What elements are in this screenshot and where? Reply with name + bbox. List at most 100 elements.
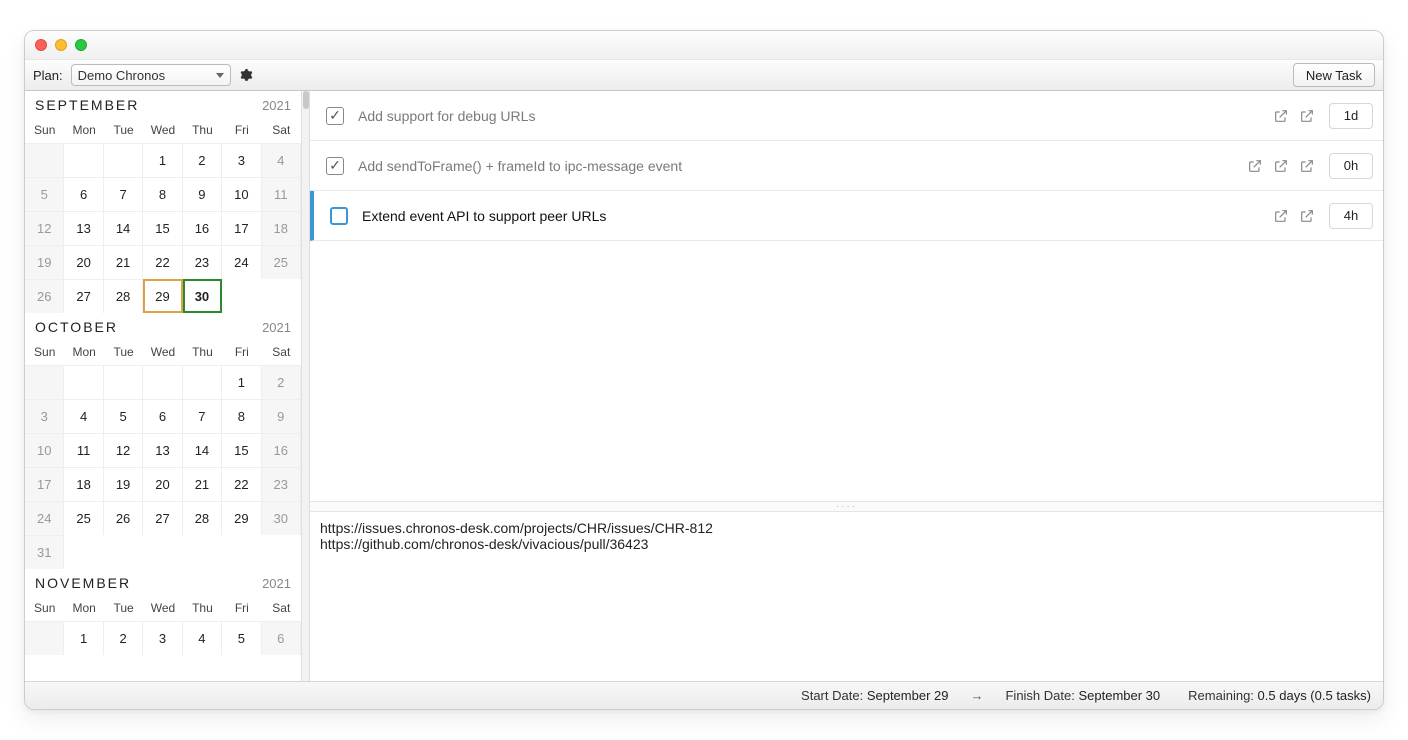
calendar-day[interactable]: 10 [222,177,261,211]
month-year: 2021 [262,576,291,591]
calendar-day[interactable]: 20 [143,467,182,501]
calendar-day[interactable]: 7 [104,177,143,211]
calendar-day[interactable]: 17 [222,211,261,245]
external-link-icon[interactable] [1273,158,1289,174]
calendar-day[interactable]: 15 [222,433,261,467]
calendar-day[interactable]: 14 [183,433,222,467]
calendar-day[interactable]: 3 [25,399,64,433]
external-link-icon[interactable] [1299,208,1315,224]
task-notes[interactable]: https://issues.chronos-desk.com/projects… [310,511,1383,681]
calendar-day[interactable]: 19 [104,467,143,501]
sidebar-scrollbar[interactable] [301,91,309,681]
calendar-day[interactable]: 13 [64,211,103,245]
calendar-day[interactable]: 3 [143,621,182,655]
task-list-empty [310,241,1383,501]
calendar-day[interactable]: 19 [25,245,64,279]
calendar-day[interactable]: 1 [222,365,261,399]
calendar-day[interactable]: 27 [143,501,182,535]
calendar-day[interactable]: 30 [262,501,301,535]
calendar-day[interactable]: 1 [143,143,182,177]
calendar-day[interactable]: 26 [25,279,64,313]
calendar-day[interactable]: 18 [262,211,301,245]
calendar-day[interactable]: 1 [64,621,103,655]
new-task-button[interactable]: New Task [1293,63,1375,87]
calendar-day[interactable]: 21 [183,467,222,501]
calendar-day[interactable]: 21 [104,245,143,279]
calendar-day[interactable]: 4 [183,621,222,655]
task-row[interactable]: Extend event API to support peer URLs4h [310,191,1383,241]
task-row[interactable]: ✓ Add support for debug URLs 1d [310,91,1383,141]
calendar-day[interactable]: 6 [64,177,103,211]
calendar-day[interactable]: 5 [104,399,143,433]
calendar-day[interactable]: 2 [183,143,222,177]
gear-icon[interactable] [239,68,253,82]
task-estimate[interactable]: 1d [1329,103,1373,129]
calendar-day[interactable]: 30 [183,279,222,313]
calendar-day[interactable]: 23 [262,467,301,501]
calendar-day[interactable]: 13 [143,433,182,467]
external-link-icon[interactable] [1299,158,1315,174]
calendar-day[interactable]: 4 [262,143,301,177]
calendar-day[interactable]: 28 [183,501,222,535]
task-checkbox[interactable] [330,207,348,225]
calendar-day[interactable]: 11 [64,433,103,467]
month-name: SEPTEMBER [35,97,139,113]
task-estimate[interactable]: 0h [1329,153,1373,179]
calendar-day[interactable]: 29 [222,501,261,535]
calendar-day[interactable]: 16 [183,211,222,245]
calendar-day[interactable]: 9 [262,399,301,433]
calendar-day[interactable]: 4 [64,399,103,433]
calendar-day[interactable]: 8 [143,177,182,211]
calendar-day[interactable]: 12 [104,433,143,467]
task-checkbox[interactable]: ✓ [326,157,344,175]
calendar-day[interactable]: 7 [183,399,222,433]
calendar-day[interactable]: 8 [222,399,261,433]
calendar-day[interactable]: 6 [262,621,301,655]
calendar-day[interactable]: 20 [64,245,103,279]
weekday-label: Tue [104,341,143,363]
task-row[interactable]: ✓Add sendToFrame() + frameId to ipc-mess… [310,141,1383,191]
task-estimate[interactable]: 4h [1329,203,1373,229]
calendar-day[interactable]: 22 [143,245,182,279]
calendar-day[interactable]: 2 [104,621,143,655]
calendar-day[interactable]: 29 [143,279,182,313]
calendar-day[interactable]: 24 [25,501,64,535]
horizontal-splitter[interactable]: ···· [310,501,1383,511]
calendar-day[interactable]: 16 [262,433,301,467]
calendar-day[interactable]: 6 [143,399,182,433]
calendar-day[interactable]: 11 [262,177,301,211]
calendar-day[interactable]: 14 [104,211,143,245]
calendar-day[interactable]: 17 [25,467,64,501]
task-title: Add support for debug URLs [358,108,1273,124]
calendar-day[interactable]: 22 [222,467,261,501]
calendar-day[interactable]: 27 [64,279,103,313]
sidebar-scrollbar-thumb[interactable] [303,91,309,109]
zoom-window-button[interactable] [75,39,87,51]
close-window-button[interactable] [35,39,47,51]
external-link-icon[interactable] [1273,108,1289,124]
calendar-day[interactable]: 3 [222,143,261,177]
calendar-day[interactable]: 5 [25,177,64,211]
calendar-day[interactable]: 15 [143,211,182,245]
plan-select[interactable]: Demo Chronos [71,64,231,86]
calendar-day[interactable]: 31 [25,535,64,569]
calendar-day[interactable]: 26 [104,501,143,535]
calendar-day[interactable]: 25 [262,245,301,279]
external-link-icon[interactable] [1247,158,1263,174]
calendar-day[interactable]: 25 [64,501,103,535]
calendar-day[interactable]: 18 [64,467,103,501]
calendar-day[interactable]: 23 [183,245,222,279]
external-link-icon[interactable] [1273,208,1289,224]
weekday-label: Thu [183,119,222,141]
minimize-window-button[interactable] [55,39,67,51]
calendar-day[interactable]: 12 [25,211,64,245]
task-checkbox[interactable]: ✓ [326,107,344,125]
calendar-day[interactable]: 24 [222,245,261,279]
calendar-day[interactable]: 2 [262,365,301,399]
calendar-day[interactable]: 9 [183,177,222,211]
external-link-icon[interactable] [1299,108,1315,124]
calendar-day[interactable]: 28 [104,279,143,313]
calendar-day[interactable]: 10 [25,433,64,467]
weekday-row: SunMonTueWedThuFriSat [25,595,301,621]
calendar-day[interactable]: 5 [222,621,261,655]
